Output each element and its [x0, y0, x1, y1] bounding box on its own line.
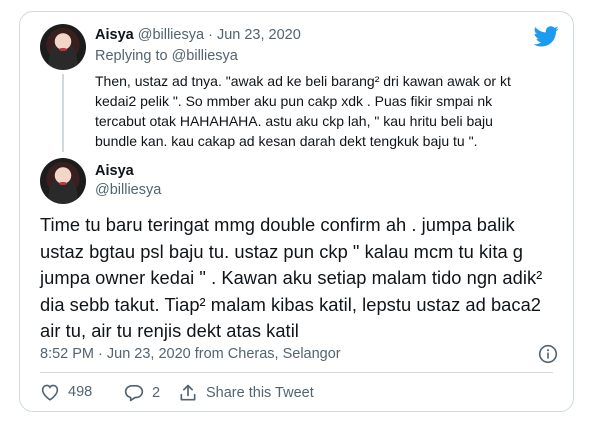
actions-divider [40, 372, 553, 373]
main-text-line: air tu, air tu renjis dekt atas katil [40, 320, 299, 341]
main-text-line: dia sebb takut. Tiap² malam kibas katil,… [40, 293, 542, 315]
reply-header: Aisya @billiesya · Jun 23, 2020 [95, 27, 301, 43]
reply-date[interactable]: Jun 23, 2020 [217, 27, 301, 43]
main-text-line: jumpa owner kedai " . Kawan aku setiap m… [40, 267, 543, 288]
reply-author-avatar[interactable] [40, 24, 86, 70]
main-text-line: Time tu baru teringat mmg double confirm… [40, 214, 515, 235]
reply-count: 2 [152, 384, 161, 401]
reply-bubble-icon[interactable] [124, 383, 144, 402]
main-author-name[interactable]: Aisya [95, 163, 161, 179]
replying-to: Replying to @billiesya [95, 48, 238, 64]
reply-separator: · [208, 27, 213, 43]
twitter-bird-icon[interactable] [534, 26, 559, 47]
main-author-avatar[interactable] [40, 158, 86, 204]
main-author-handle[interactable]: @billiesya [95, 182, 161, 198]
main-author-block: Aisya @billiesya [95, 163, 161, 198]
share-label: Share this Tweet [206, 385, 314, 401]
embedded-tweet-card: Aisya @billiesya · Jun 23, 2020 Replying… [19, 11, 574, 412]
tweet-timestamp-location[interactable]: 8:52 PM · Jun 23, 2020 from Cheras, Sela… [40, 346, 341, 362]
info-icon[interactable] [538, 344, 558, 364]
share-action[interactable]: Share this Tweet [178, 383, 314, 403]
replying-to-prefix: Replying to [95, 48, 172, 64]
like-action[interactable]: 498 [40, 383, 92, 401]
main-text-line: ustaz bgtau psl baju tu. ustaz pun ckp "… [40, 240, 524, 262]
share-icon[interactable] [178, 383, 198, 403]
reply-text-line: tercabut otak HAHAHAHA. astu aku ckp lah… [95, 113, 493, 129]
reply-tweet-text: Then, ustaz ad tnya. "awak ad ke beli ba… [95, 71, 511, 151]
reply-text-line: bundle kan. kau cakap ad kesan darah dek… [95, 133, 478, 149]
main-tweet-text: Time tu baru teringat mmg double confirm… [40, 212, 542, 345]
like-count: 498 [68, 384, 93, 400]
reply-author-handle[interactable]: @billiesya [138, 27, 204, 43]
reply-action[interactable]: 2 [124, 383, 160, 402]
reply-text-line: Then, ustaz ad tnya. "awak ad ke beli ba… [95, 73, 511, 89]
heart-icon[interactable] [40, 383, 60, 401]
thread-connector-line [62, 74, 64, 152]
reply-author-name[interactable]: Aisya [95, 27, 134, 43]
replying-to-handle[interactable]: @billiesya [172, 48, 238, 64]
reply-text-line: kedai2 pelik ". So mmber aku pun cakp xd… [95, 93, 493, 109]
